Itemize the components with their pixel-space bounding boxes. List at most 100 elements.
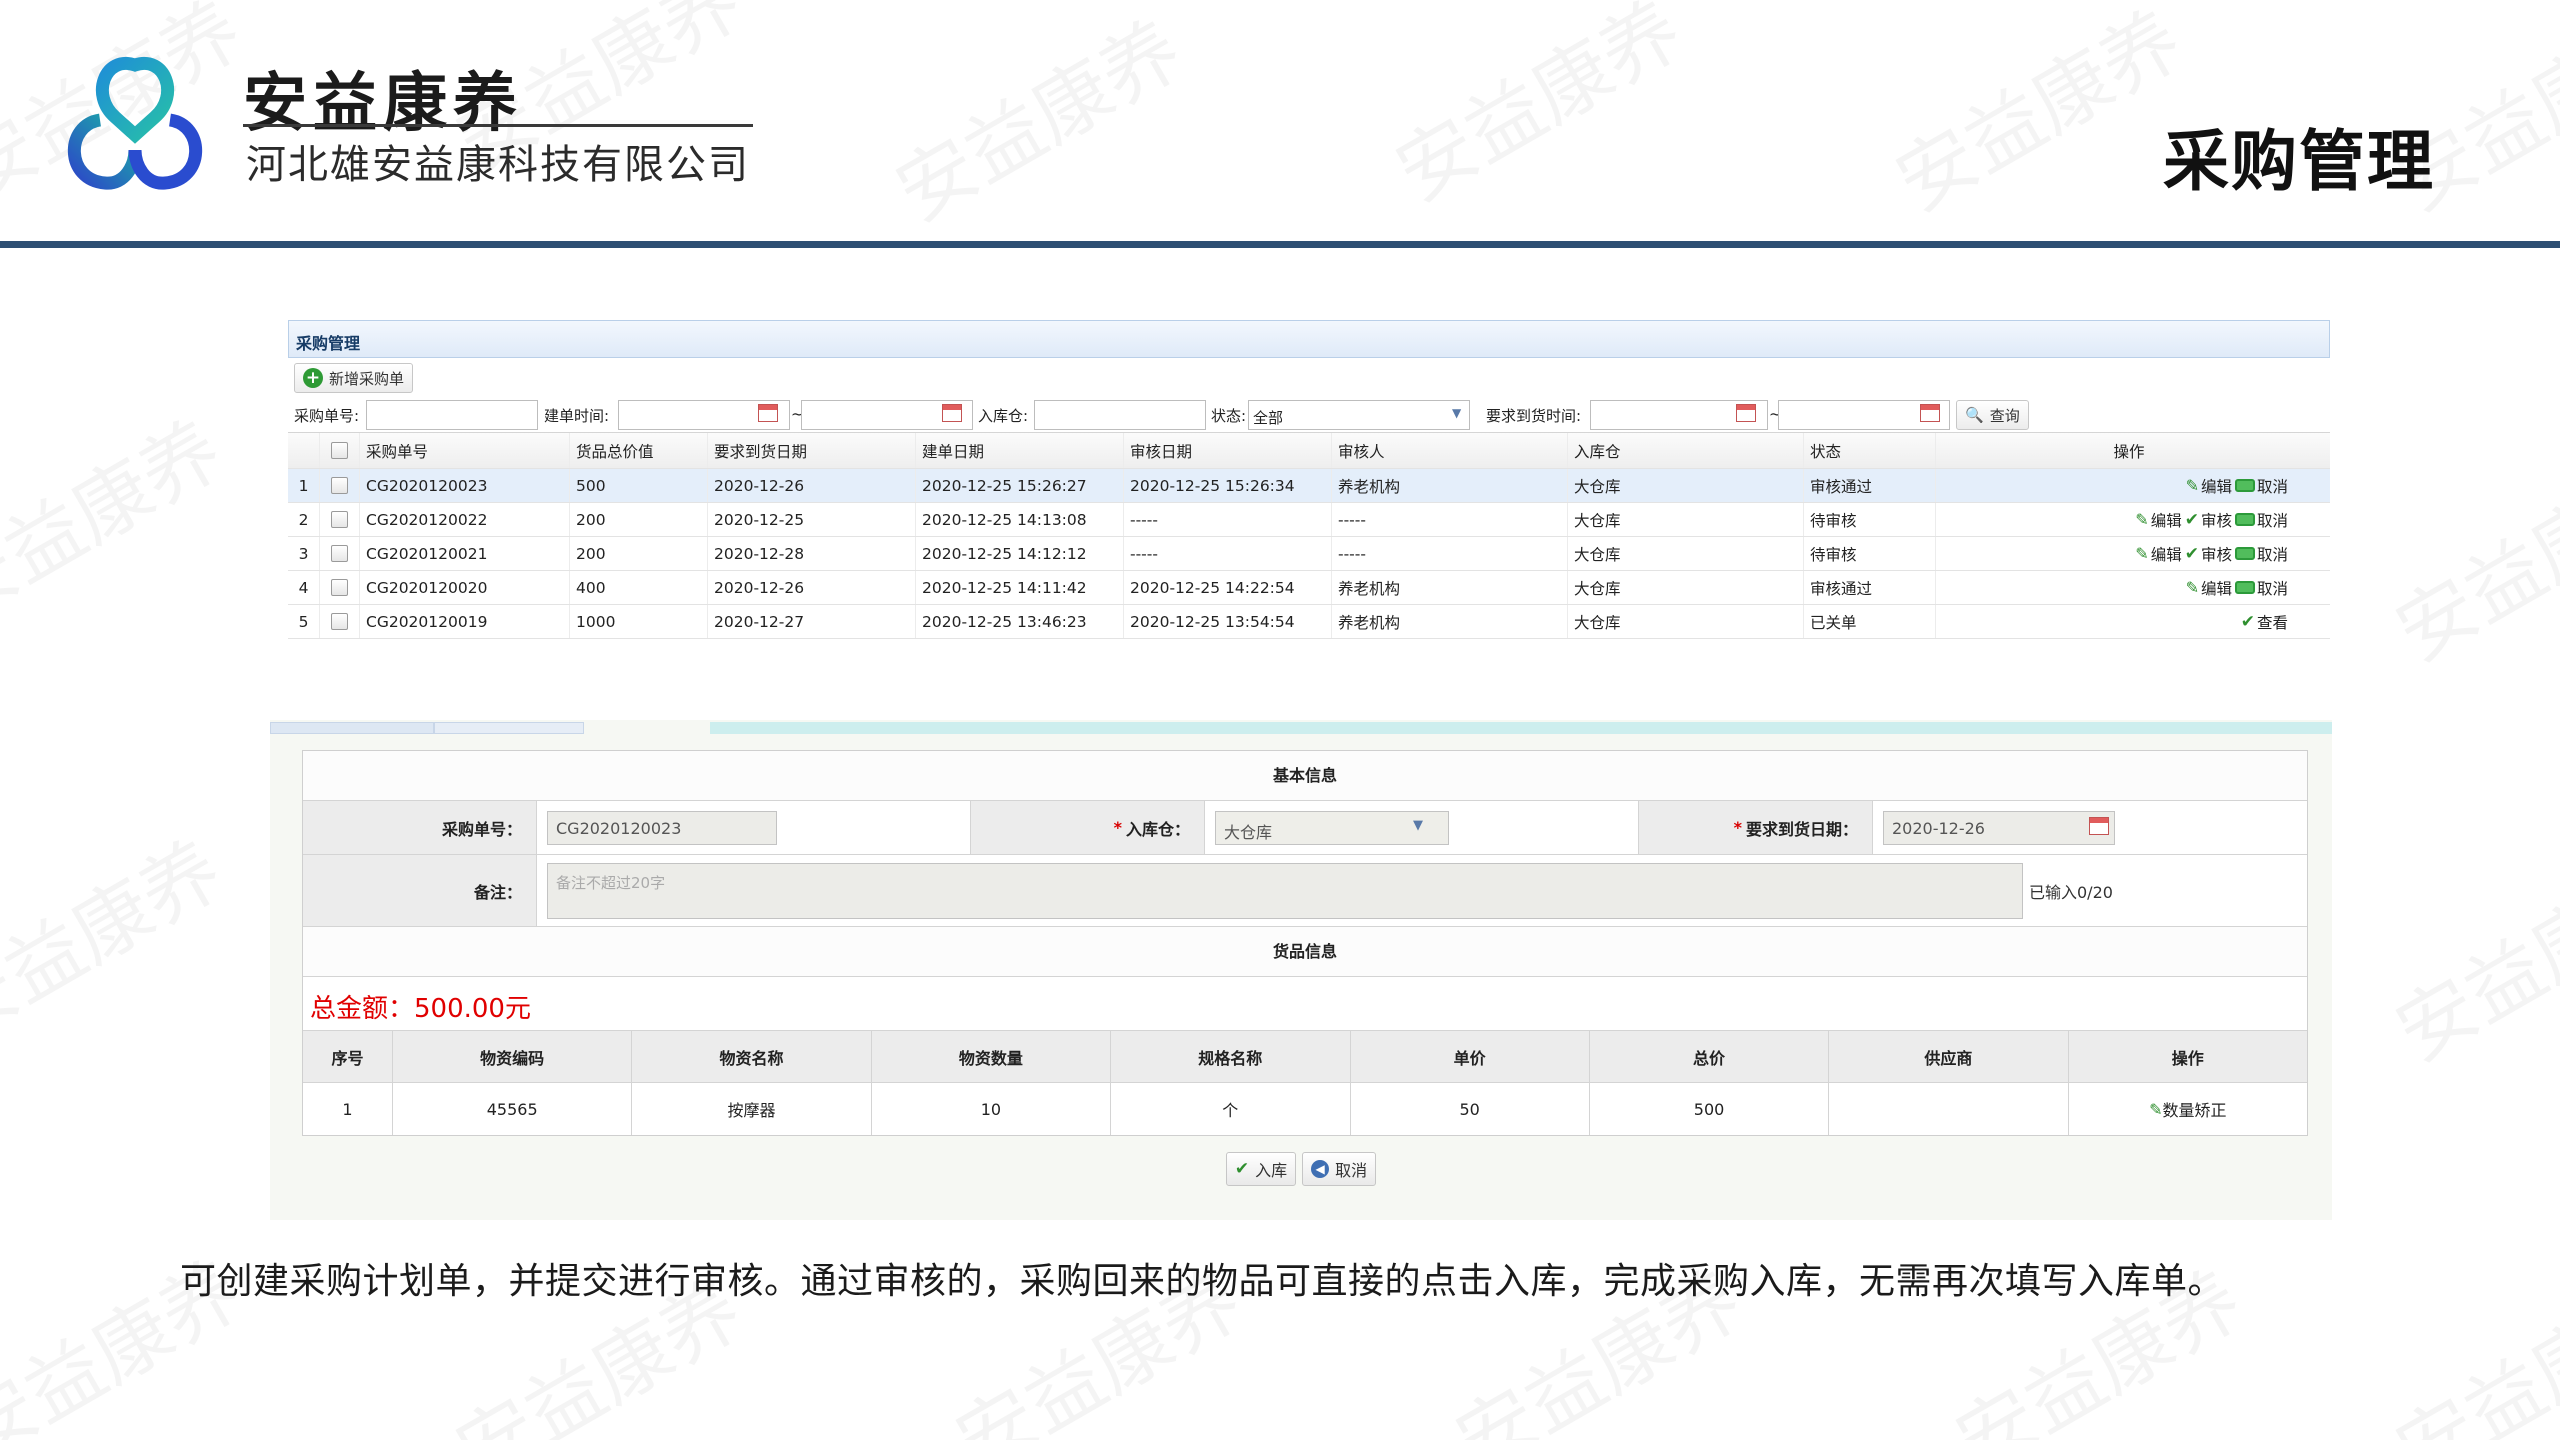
cancel-icon [2234,547,2255,560]
column-header: 审核日期 [1124,433,1332,468]
check-icon: ✔ [2240,611,2255,632]
cell-created: 2020-12-25 15:26:27 [916,469,1124,502]
cell-audited: 2020-12-25 15:26:34 [1124,469,1332,502]
goods-info-section-title: 货品信息 [303,927,2307,977]
check-icon: ✔ [2184,509,2199,530]
remark-label: 备注： [303,855,537,926]
calendar-icon[interactable] [942,404,962,422]
edit-link[interactable]: ✎ 编辑 [2186,577,2232,599]
cell-due: 2020-12-28 [708,537,916,570]
goods-name: 按摩器 [632,1083,872,1135]
select-all-checkbox[interactable] [331,442,348,459]
table-row[interactable]: 2 CG2020120022 200 2020-12-25 2020-12-25 14:… [288,503,2330,537]
tab[interactable] [434,722,584,734]
tab[interactable] [270,722,434,734]
chevron-down-icon: ▼ [1413,818,1423,833]
watermark: 安益康养 [2373,829,2560,1082]
cancel-link[interactable]: 取消 [2234,543,2288,565]
new-purchase-order-button[interactable]: + 新增采购单 [294,363,414,393]
row-checkbox[interactable] [331,613,348,630]
cell-status: 已关单 [1804,605,1936,638]
row-checkbox[interactable] [331,545,348,562]
calendar-icon[interactable] [1920,404,1940,422]
table-row[interactable]: 4 CG2020120020 400 2020-12-26 2020-12-25 14:… [288,571,2330,605]
status-filter-label: 状态: [1211,407,1247,425]
cancel-button[interactable]: ◀ 取消 [1302,1152,1377,1186]
status-filter-select[interactable]: 全部 [1248,400,1470,430]
column-header: 要求到货日期 [708,433,916,468]
row-checkbox[interactable] [331,511,348,528]
row-actions: ✎ 编辑 ✔ 审核 取消 [1936,503,2316,536]
row-select-cell[interactable] [320,469,360,502]
cell-order-no: CG2020120022 [360,503,570,536]
edit-link[interactable]: ✎ 编辑 [2135,509,2181,531]
edit-link[interactable]: ✎ 编辑 [2135,543,2181,565]
cell-warehouse: 大仓库 [1568,605,1804,638]
total-amount: 总金额：500.00元 [303,977,2307,1031]
quantity-correct-link[interactable]: ✎ 数量矫正 [2069,1083,2307,1135]
quantity-correct-label: 数量矫正 [2162,1101,2227,1120]
goods-spec: 个 [1111,1083,1351,1135]
action-label: 编辑 [2200,477,2232,496]
warehouse-filter-input[interactable] [1034,400,1206,430]
pencil-icon: ✎ [2185,578,2199,597]
header-select-all[interactable] [320,433,360,468]
search-button[interactable]: 🔍 查询 [1956,400,2029,430]
row-actions: ✔ 查看 [1936,605,2316,638]
column-header: 审核人 [1332,433,1568,468]
action-label: 审核 [2200,545,2232,564]
order-no-label: 采购单号： [303,801,537,854]
order-no-filter-input[interactable] [366,400,538,430]
row-actions: ✎ 编辑 取消 [1936,571,2316,604]
watermark: 安益康养 [0,809,239,1062]
calendar-icon[interactable] [758,404,778,422]
column-header: 单价 [1351,1031,1590,1082]
due-date-input[interactable]: 2020-12-26 [1883,810,2115,845]
audit-link[interactable]: ✔ 审核 [2185,543,2232,565]
calendar-icon[interactable] [2089,817,2109,835]
row-select-cell[interactable] [320,571,360,604]
audit-link[interactable]: ✔ 审核 [2185,509,2232,531]
edit-link[interactable]: ✎ 编辑 [2186,475,2232,497]
warehouse-label: * 入库仓： [971,801,1205,854]
order-no-input[interactable]: CG2020120023 [547,810,777,845]
pencil-icon: ✎ [2149,1099,2163,1119]
goods-total: 500 [1590,1083,1830,1135]
cell-order-no: CG2020120020 [360,571,570,604]
column-header: 物资编码 [393,1031,633,1082]
column-header: 物资数量 [872,1031,1112,1082]
row-checkbox[interactable] [331,477,348,494]
table-row[interactable]: 3 CG2020120021 200 2020-12-28 2020-12-25 14:… [288,537,2330,571]
cell-order-no: CG2020120019 [360,605,570,638]
table-row[interactable]: 1 CG2020120023 500 2020-12-26 2020-12-25 15:… [288,469,2330,503]
due-date-cell: 2020-12-26 [1873,801,2307,854]
cell-auditor: 养老机构 [1332,605,1568,638]
cancel-icon [2234,581,2255,594]
cancel-link[interactable]: 取消 [2234,509,2288,531]
column-header: 采购单号 [360,433,570,468]
row-select-cell[interactable] [320,537,360,570]
column-header: 供应商 [1829,1031,2069,1082]
pencil-icon: ✎ [2135,510,2149,529]
view-link[interactable]: ✔ 查看 [2241,611,2288,633]
row-checkbox[interactable] [331,579,348,596]
order-no-filter-label: 采购单号: [294,407,360,425]
row-select-cell[interactable] [320,605,360,638]
cancel-link[interactable]: 取消 [2234,577,2288,599]
cancel-link[interactable]: 取消 [2234,475,2288,497]
cell-audited: ----- [1124,503,1332,536]
stock-in-button[interactable]: ✔ 入库 [1225,1152,1297,1186]
table-row[interactable]: 5 CG2020120019 1000 2020-12-27 2020-12-25 13… [288,605,2330,639]
cell-auditor: 养老机构 [1332,469,1568,502]
table-header: 采购单号 货品总价值 要求到货日期 建单日期 审核日期 审核人 入库仓 状态 操… [288,433,2330,469]
row-select-cell[interactable] [320,503,360,536]
plus-icon: + [303,368,323,388]
goods-table-header: 序号 物资编码 物资名称 物资数量 规格名称 单价 总价 供应商 操作 [303,1031,2307,1083]
cell-due: 2020-12-26 [708,571,916,604]
remark-textarea[interactable]: 备注不超过20字 [547,862,2023,919]
search-icon: 🔍 [1965,406,1984,424]
goods-qty: 10 [872,1083,1112,1135]
cell-auditor: ----- [1332,537,1568,570]
calendar-icon[interactable] [1736,404,1756,422]
cell-created: 2020-12-25 14:11:42 [916,571,1124,604]
